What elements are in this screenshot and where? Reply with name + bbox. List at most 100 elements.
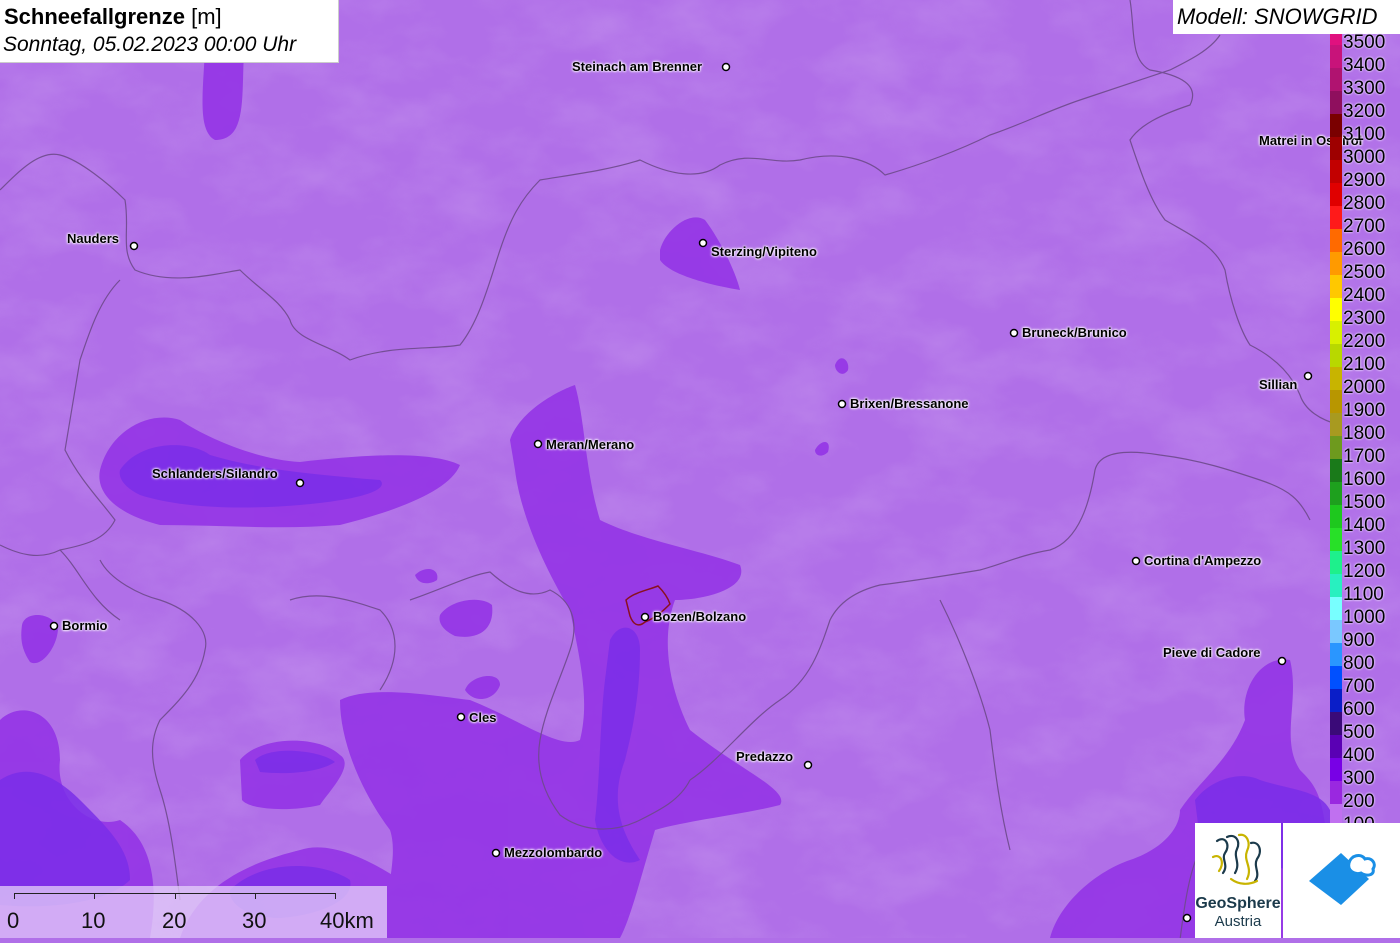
legend-swatch: [1330, 45, 1342, 68]
legend-swatch: [1330, 597, 1342, 620]
scale-label: 30: [242, 908, 267, 933]
legend-label: 300: [1343, 768, 1375, 789]
legend-label: 2800: [1343, 193, 1386, 214]
legend-label: 3000: [1343, 147, 1386, 168]
legend-swatch: [1330, 735, 1342, 758]
legend-swatch: [1330, 689, 1342, 712]
legend-swatch: [1330, 160, 1342, 183]
marker-steinach: [721, 62, 731, 72]
model-box: Modell: SNOWGRID: [1173, 0, 1400, 34]
legend-swatch: [1330, 252, 1342, 275]
legend-label: 2100: [1343, 354, 1386, 375]
legend-label: 1700: [1343, 446, 1386, 467]
legend-label: 200: [1343, 791, 1375, 812]
city-label-meran: Meran/Merano: [546, 437, 635, 452]
legend-label: 1100: [1343, 584, 1384, 605]
map-title: Schneefallgrenze [m]: [4, 4, 222, 29]
scale-label: 20: [162, 908, 187, 933]
legend-label: 2700: [1343, 216, 1386, 237]
legend-label: 1600: [1343, 469, 1386, 490]
legend-label: 500: [1343, 722, 1375, 743]
scale-label: 10: [81, 908, 106, 933]
city-label-pieve: Pieve di Cadore: [1163, 645, 1261, 660]
city-label-brixen: Brixen/Bressanone: [850, 396, 969, 411]
legend-label: 3400: [1343, 55, 1386, 76]
scale-tick: [255, 893, 256, 899]
scale-bar: 0 10 20 30 40km: [0, 886, 387, 938]
city-label-cortina: Cortina d'Ampezzo: [1144, 553, 1262, 568]
marker-bozen: [640, 612, 650, 622]
legend-label: 400: [1343, 745, 1375, 766]
city-label-cles: Cles: [469, 710, 497, 725]
city-label-bruneck: Bruneck/Brunico: [1022, 325, 1127, 340]
legend-swatch: [1330, 183, 1342, 206]
partner-logo: [1283, 823, 1400, 938]
legend-swatch: [1330, 275, 1342, 298]
legend-label: 3500: [1343, 32, 1386, 53]
legend-swatch: [1330, 666, 1342, 689]
legend-swatch: [1330, 505, 1342, 528]
marker-sillian: [1303, 371, 1313, 381]
scale-tick: [175, 893, 176, 899]
scale-tick: [94, 893, 95, 899]
legend-swatch: [1330, 114, 1342, 137]
mountain-cloud-icon: [1309, 853, 1376, 905]
scale-tick: [335, 893, 336, 899]
color-legend: 3500 3400 3300 3200 3100 3000 2900 2800 2700 2600…: [1328, 32, 1400, 835]
legend-swatch: [1330, 712, 1342, 735]
map-datetime: Sonntag, 05.02.2023 00:00 Uhr: [3, 33, 297, 56]
legend-label: 1000: [1343, 607, 1386, 628]
marker-cles: [456, 712, 466, 722]
legend-swatch: [1330, 137, 1342, 160]
marker-cortina: [1131, 556, 1141, 566]
geosphere-logo: GeoSphere Austria: [1195, 823, 1281, 938]
legend-label: 2200: [1343, 331, 1386, 352]
legend-swatch: [1330, 34, 1342, 45]
city-label-nauders: Nauders: [67, 231, 120, 246]
legend-label: 2500: [1343, 262, 1386, 283]
marker-pieve: [1277, 656, 1287, 666]
map-title-box: Schneefallgrenze [m] Sonntag, 05.02.2023…: [0, 0, 339, 63]
legend-label: 2600: [1343, 239, 1386, 260]
legend-swatch: [1330, 91, 1342, 114]
legend-label: 1400: [1343, 515, 1386, 536]
geosphere-emblem-icon: [1211, 833, 1261, 885]
legend-swatch: [1330, 321, 1342, 344]
marker-predazzo: [803, 760, 813, 770]
legend-label: 1200: [1343, 561, 1386, 582]
legend-swatch: [1330, 229, 1342, 252]
legend-label: 1300: [1343, 538, 1386, 559]
city-label-steinach: Steinach am Brenner: [572, 59, 703, 74]
legend-label: 2000: [1343, 377, 1386, 398]
legend-swatch: [1330, 206, 1342, 229]
legend-swatch: [1330, 528, 1342, 551]
legend-swatch: [1330, 344, 1342, 367]
legend-swatch: [1330, 643, 1342, 666]
legend-swatch: [1330, 781, 1342, 804]
legend-label: 700: [1343, 676, 1375, 697]
legend-swatch: [1330, 459, 1342, 482]
city-label-schlanders: Schlanders/Silandro: [152, 466, 278, 481]
geosphere-logo-line1: GeoSphere: [1195, 895, 1281, 912]
scale-tick: [14, 893, 15, 899]
legend-swatch: [1330, 620, 1342, 643]
city-label-bormio: Bormio: [62, 618, 108, 633]
marker-schlanders: [295, 478, 305, 488]
legend-label: 3300: [1343, 78, 1386, 99]
city-label-sterzing: Sterzing/Vipiteno: [711, 244, 817, 259]
legend-swatch: [1330, 436, 1342, 459]
city-label-sillian: Sillian: [1259, 377, 1298, 392]
legend-label: 1500: [1343, 492, 1386, 513]
legend-label: 2900: [1343, 170, 1386, 191]
legend-swatch: [1330, 390, 1342, 413]
marker-southeast: [1182, 913, 1192, 923]
legend-label: 1900: [1343, 400, 1386, 421]
legend-label: 3200: [1343, 101, 1386, 122]
geosphere-logo-line2: Austria: [1214, 913, 1262, 930]
marker-meran: [533, 439, 543, 449]
legend-label: 1800: [1343, 423, 1386, 444]
legend-label: 900: [1343, 630, 1375, 651]
legend-label: 3100: [1343, 124, 1386, 145]
legend-label: 800: [1343, 653, 1375, 674]
city-label-bozen: Bozen/Bolzano: [653, 609, 747, 624]
